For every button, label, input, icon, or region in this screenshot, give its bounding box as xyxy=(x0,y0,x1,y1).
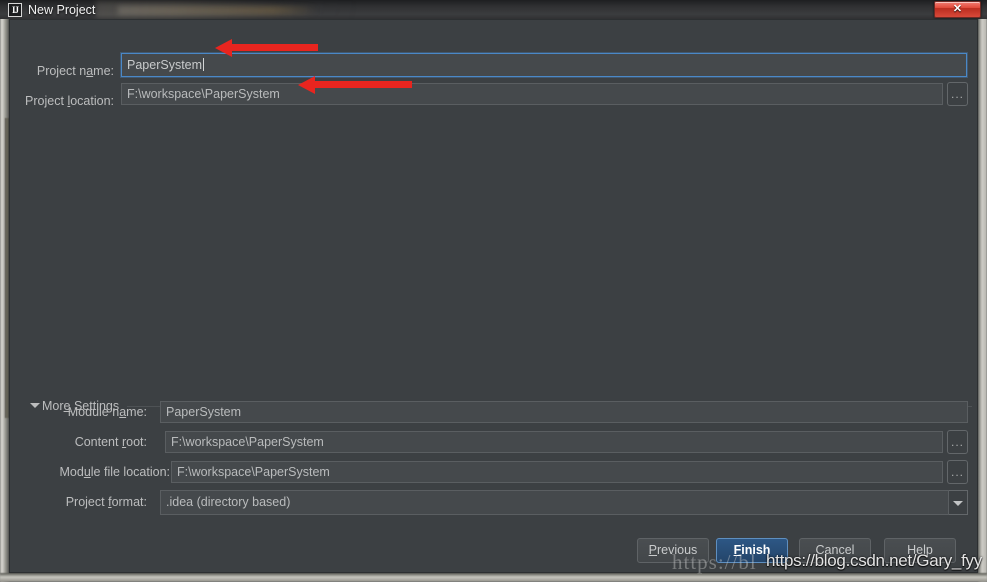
annotation-arrow-project-location-head xyxy=(298,75,315,94)
annotation-arrow-project-name-shaft xyxy=(232,44,318,51)
text-caret xyxy=(203,58,205,71)
project-location-input[interactable]: F:\workspace\PaperSystem xyxy=(121,83,943,105)
project-location-browse-button[interactable]: ... xyxy=(947,82,968,106)
ellipsis-icon: ... xyxy=(950,87,964,101)
chevron-down-icon xyxy=(953,500,963,506)
content-root-browse-button[interactable]: ... xyxy=(947,430,968,454)
title-bar-glass-blur-highlight xyxy=(118,6,318,15)
previous-button[interactable]: Previous xyxy=(637,538,709,563)
ellipsis-icon: ... xyxy=(950,435,964,449)
window-title: New Project xyxy=(28,3,96,17)
project-name-label: Project name: xyxy=(36,64,114,78)
close-button[interactable]: ✕ xyxy=(934,1,981,18)
project-name-input[interactable]: PaperSystem xyxy=(121,53,967,77)
project-format-value: .idea (directory based) xyxy=(166,495,291,509)
module-file-location-label: Module file location: xyxy=(59,465,171,479)
annotation-arrow-project-name-head xyxy=(215,38,232,57)
content-root-label: Content root: xyxy=(74,435,147,449)
new-project-dialog-window: IJ New Project ✕ Project name: PaperSyst… xyxy=(0,0,987,582)
project-format-dropdown-arrow[interactable] xyxy=(949,490,968,515)
intellij-idea-icon: IJ xyxy=(8,3,22,17)
module-file-location-value: F:\workspace\PaperSystem xyxy=(177,465,330,479)
window-frame-bottom xyxy=(0,573,987,582)
module-name-label: Module name: xyxy=(67,405,147,419)
finish-button[interactable]: Finish xyxy=(716,538,788,563)
cancel-button[interactable]: Cancel xyxy=(799,538,871,563)
dialog-content: Project name: PaperSystem Project locati… xyxy=(9,19,978,573)
project-location-label: Project location: xyxy=(25,94,114,108)
project-format-label: Project format: xyxy=(65,495,147,509)
window-frame-right xyxy=(978,18,987,582)
annotation-arrow-project-location-shaft xyxy=(315,81,412,88)
close-icon: ✕ xyxy=(952,3,963,15)
module-file-location-input[interactable]: F:\workspace\PaperSystem xyxy=(171,461,943,483)
project-format-select[interactable]: .idea (directory based) xyxy=(160,490,949,515)
project-location-value: F:\workspace\PaperSystem xyxy=(127,87,280,101)
content-root-input[interactable]: F:\workspace\PaperSystem xyxy=(165,431,943,453)
project-name-value: PaperSystem xyxy=(127,58,203,72)
help-button[interactable]: Help xyxy=(884,538,956,563)
module-name-value: PaperSystem xyxy=(166,405,242,419)
module-name-input[interactable]: PaperSystem xyxy=(160,401,968,423)
ellipsis-icon: ... xyxy=(950,465,964,479)
content-root-value: F:\workspace\PaperSystem xyxy=(171,435,324,449)
title-bar[interactable]: IJ New Project ✕ xyxy=(0,0,987,19)
module-file-location-browse-button[interactable]: ... xyxy=(947,460,968,484)
window-frame-left xyxy=(0,18,9,582)
